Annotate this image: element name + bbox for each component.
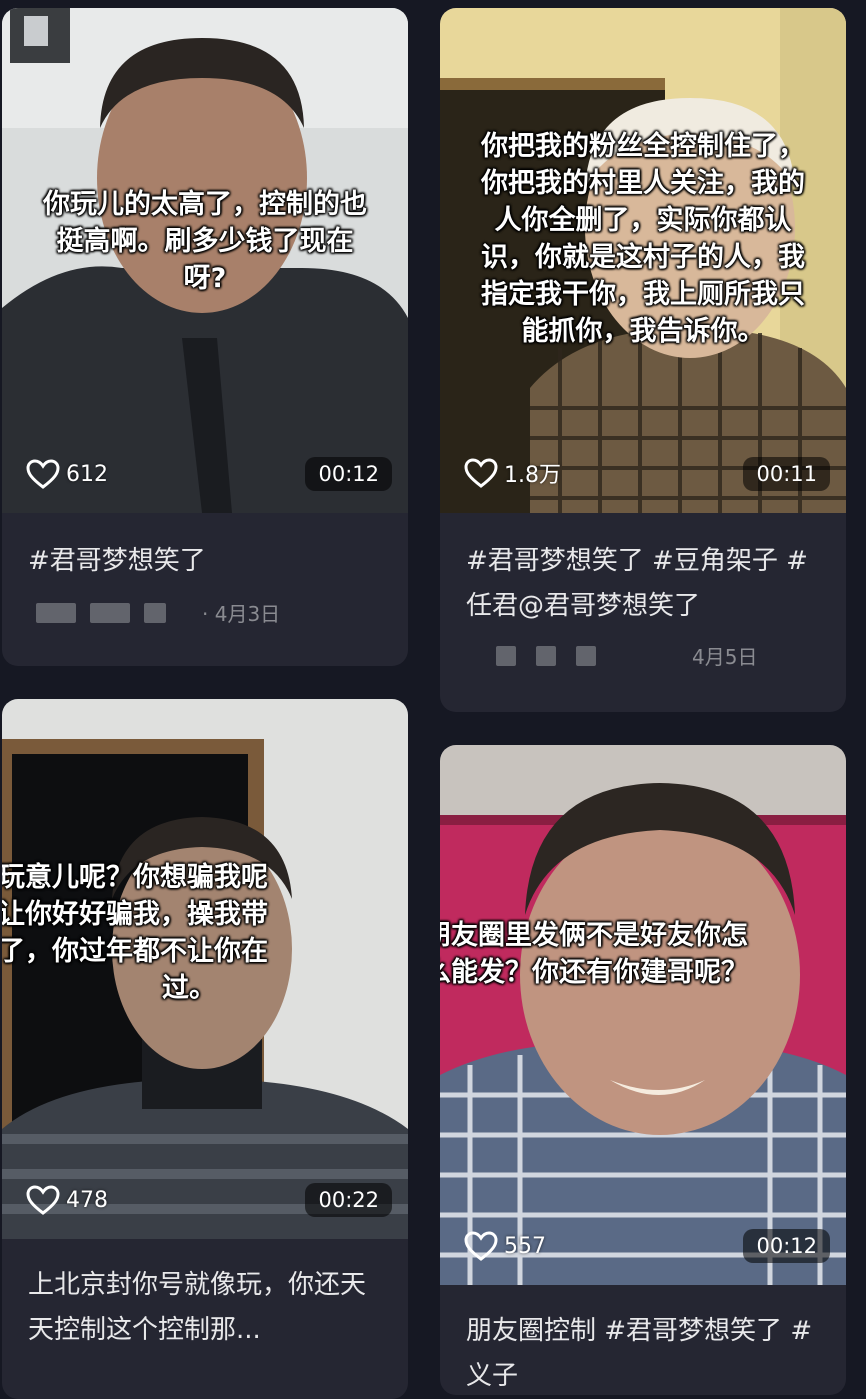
video-caption-overlay: 你把我的粉丝全控制住了， 你把我的村里人关注，我的 人你全删了，实际你都认 识，… xyxy=(481,131,805,347)
video-description[interactable]: 朋友圈控制 #君哥梦想笑了 #义子 xyxy=(440,1285,846,1395)
author-name-blurred[interactable] xyxy=(36,602,166,623)
thumbnail-image xyxy=(440,745,846,1285)
video-thumbnail[interactable]: 玩意儿呢？你想骗我呢 让你好好骗我，操我带 了，你过年都不让你在 过。 478 … xyxy=(2,699,408,1239)
video-thumbnail[interactable]: 你玩儿的太高了，控制的也 挺高啊。刷多少钱了现在 呀? 612 00:12 xyxy=(2,8,408,513)
video-meta: · 4月3日 xyxy=(2,584,408,627)
video-card-4[interactable]: 朋友圈里发俩不是好友你怎 么能发？你还有你建哥呢？ 557 00:12 朋友圈控… xyxy=(440,745,846,1395)
video-thumbnail[interactable]: 你把我的粉丝全控制住了， 你把我的村里人关注，我的 人你全删了，实际你都认 识，… xyxy=(440,8,846,513)
like-count: 478 xyxy=(26,1185,108,1215)
like-count: 612 xyxy=(26,459,108,489)
video-caption-overlay: 朋友圈里发俩不是好友你怎 么能发？你还有你建哥呢？ xyxy=(440,920,748,988)
heart-icon xyxy=(26,459,60,489)
video-thumbnail[interactable]: 朋友圈里发俩不是好友你怎 么能发？你还有你建哥呢？ 557 00:12 xyxy=(440,745,846,1285)
duration-badge: 00:12 xyxy=(743,1229,830,1263)
like-count-value: 612 xyxy=(66,461,108,487)
video-caption-overlay: 玩意儿呢？你想骗我呢 让你好好骗我，操我带 了，你过年都不让你在 过。 xyxy=(2,862,268,1004)
author-name-blurred[interactable] xyxy=(496,645,596,666)
like-count: 557 xyxy=(464,1231,546,1261)
video-description[interactable]: 上北京封你号就像玩，你还天天控制这个控制那... xyxy=(2,1239,390,1353)
like-count-value: 1.8万 xyxy=(504,463,561,488)
like-count-value: 557 xyxy=(504,1233,546,1259)
video-card-1[interactable]: 你玩儿的太高了，控制的也 挺高啊。刷多少钱了现在 呀? 612 00:12 #君… xyxy=(2,8,408,666)
like-count: 1.8万 xyxy=(464,457,561,489)
duration-badge: 00:22 xyxy=(305,1183,392,1217)
duration-badge: 00:12 xyxy=(305,457,392,491)
post-date: · 4月3日 xyxy=(202,602,281,626)
video-caption-overlay: 你玩儿的太高了，控制的也 挺高啊。刷多少钱了现在 呀? xyxy=(43,189,367,294)
like-count-value: 478 xyxy=(66,1187,108,1213)
heart-icon xyxy=(464,1231,498,1261)
video-description[interactable]: #君哥梦想笑了 xyxy=(2,513,408,584)
video-description[interactable]: #君哥梦想笑了 #豆角架子 #任君@君哥梦想笑了 xyxy=(440,513,846,629)
heart-icon xyxy=(464,458,498,488)
duration-badge: 00:11 xyxy=(743,457,830,491)
video-card-3[interactable]: 玩意儿呢？你想骗我呢 让你好好骗我，操我带 了，你过年都不让你在 过。 478 … xyxy=(2,699,408,1399)
post-date: 4月5日 xyxy=(692,645,758,669)
video-card-2[interactable]: 你把我的粉丝全控制住了， 你把我的村里人关注，我的 人你全删了，实际你都认 识，… xyxy=(440,8,846,712)
video-meta: 4月5日 xyxy=(440,629,846,670)
heart-icon xyxy=(26,1185,60,1215)
